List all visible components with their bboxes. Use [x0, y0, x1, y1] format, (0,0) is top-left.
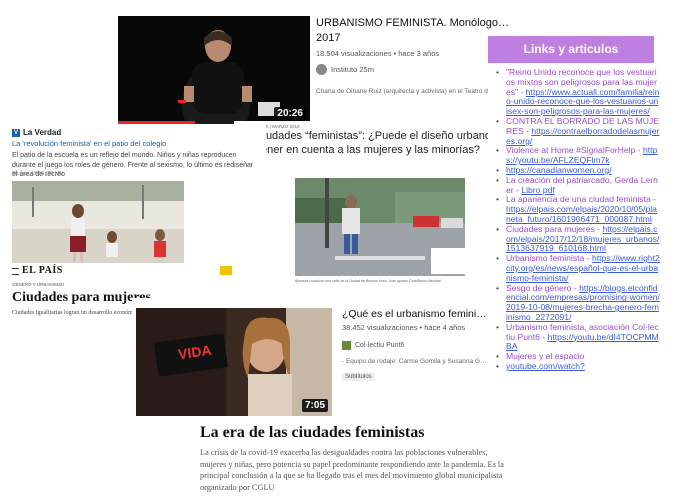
menu-icon[interactable] [12, 268, 19, 275]
photo-caption: Apurada ciudad en una calle de la Ciudad… [295, 279, 441, 283]
el-pais-kicker: GÉNERO Y URBANISMO [12, 282, 65, 287]
link-item[interactable]: "Reino Unido reconoce que los vestuarios… [494, 67, 660, 117]
link-item[interactable]: Violence at Home #SignalForHelp - https:… [494, 145, 660, 166]
la-verdad-headline[interactable]: La 'revolución feminista' en el patio de… [12, 139, 166, 148]
link-url[interactable]: https://www.actuall.com/familia/reino-un… [506, 87, 660, 117]
link-item[interactable]: Urbanismo feminista - https://www.right2… [494, 253, 660, 283]
feminist-cities-headline[interactable]: La era de las ciudades feministas [200, 424, 424, 442]
schoolgirls-playground-photo [12, 181, 184, 267]
channel-logo-icon-2 [342, 341, 351, 350]
channel-row-2[interactable]: Col·lectiu Punt6 [342, 341, 404, 350]
links-panel-header: Links y articulos [488, 36, 654, 63]
subtitles-badge: Subtítulos [342, 373, 375, 381]
el-pais-headline[interactable]: Ciudades para mujeres [12, 290, 151, 306]
la-verdad-article-card[interactable]: V La Verdad La 'revolución feminista' en… [8, 124, 266, 272]
video-duration-2: 7:05 [301, 399, 328, 412]
article-question-title[interactable]: ciudades “feministas”: ¿Puede el diseño … [258, 129, 494, 157]
channel-row[interactable]: Instituto 25m [316, 64, 374, 75]
urban-design-article-card[interactable]: LEX | MARZO 2019 ciudades “feministas”: … [234, 121, 494, 163]
link-item-label: La apariencia de una ciudad feminista [506, 194, 651, 205]
link-separator: - [539, 331, 548, 342]
link-url[interactable]: https://elpais.com/elpais/2020/10/05/pla… [506, 204, 657, 224]
links-list: "Reino Unido reconoce que los vestuarios… [494, 67, 660, 372]
el-pais-brand[interactable]: EL PAÍS [22, 265, 63, 276]
link-item-label: Mujeres y el espacio [506, 351, 585, 362]
video-thumbnail[interactable]: 20:26 [118, 16, 310, 124]
channel-logo-icon [316, 64, 327, 75]
la-verdad-header[interactable]: V La Verdad [12, 128, 61, 137]
video-meta-2: 38.452 visualizaciones • hace 4 años [342, 323, 466, 332]
video-duration: 20:26 [274, 107, 306, 120]
link-item-label: Urbanismo feminista [506, 253, 585, 264]
video-description: Charla de Oihane Ruiz (arquitecta y acti… [316, 88, 493, 95]
feminist-cities-article-card[interactable]: La era de las ciudades feministas La cri… [196, 418, 534, 497]
video-thumbnail-2[interactable]: VIDA 7:05 [136, 308, 332, 416]
channel-name-2[interactable]: Col·lectiu Punt6 [355, 342, 404, 349]
link-url[interactable]: https://canadianwomen.org/ [506, 165, 612, 175]
channel-name[interactable]: Instituto 25m [331, 65, 374, 74]
link-item[interactable]: CONTRA EL BORRADO DE LAS MUJERES - https… [494, 116, 660, 146]
video-description-2: - Equipo de rodaje: Carme Gomila y Susan… [342, 358, 488, 365]
link-item[interactable]: Ciudades para mujeres - https://elpais.c… [494, 223, 660, 254]
link-separator: - [518, 86, 526, 97]
link-url[interactable]: Libro pdf [521, 185, 554, 195]
link-item-label: Violence at Home #SignalForHelp [506, 145, 636, 156]
link-separator: - [635, 145, 643, 156]
link-separator: - [571, 282, 580, 293]
link-item[interactable]: Urbanismo feminista, asociación Col·lect… [494, 322, 660, 352]
link-separator: - [650, 194, 657, 205]
woman-crossing-street-photo [295, 178, 465, 276]
street-photo-card: Apurada ciudad en una calle de la Ciudad… [264, 162, 478, 302]
la-verdad-date: 20 mar. 2018 (39 kB) [12, 171, 64, 177]
la-verdad-logo-icon: V [12, 128, 20, 137]
el-pais-top-badge [220, 266, 232, 275]
link-item[interactable]: Sesgo de género - https://blogs.elconfid… [494, 282, 660, 323]
la-verdad-brand[interactable]: La Verdad [23, 128, 61, 137]
feminist-cities-body: La crisis de la covid-19 exacerba las de… [200, 448, 520, 492]
link-separator: - [584, 253, 592, 264]
link-item-label: Ciudades para mujeres [506, 223, 595, 234]
youtube-card-urbanismo-monologo[interactable]: 20:26 URBANISMO FEMINISTA. Monólogo de O… [112, 8, 512, 136]
video-title-line2[interactable]: 2017 [316, 32, 340, 44]
youtube-card-que-es-urbanismo[interactable]: VIDA 7:05 ¿Qué es el urbanismo feminista… [132, 298, 488, 418]
video-meta: 18.504 visualizaciones • hace 3 años [316, 49, 440, 58]
video-title[interactable]: URBANISMO FEMINISTA. Monólogo de Oihan [316, 17, 510, 29]
links-panel: Links y articulos "Reino Unido reconoce … [488, 36, 666, 460]
link-item[interactable]: La creación del patriarcado, Gerda Lerne… [494, 175, 660, 196]
video-title-2[interactable]: ¿Qué es el urbanismo feminista? | Mo [342, 308, 488, 320]
link-item[interactable]: youtube.com/watch? [494, 361, 660, 372]
link-item[interactable]: La apariencia de una ciudad feminista - … [494, 194, 660, 224]
link-url[interactable]: youtube.com/watch? [506, 361, 585, 371]
link-item-label: Sesgo de género [506, 282, 572, 293]
link-separator: - [594, 223, 603, 234]
